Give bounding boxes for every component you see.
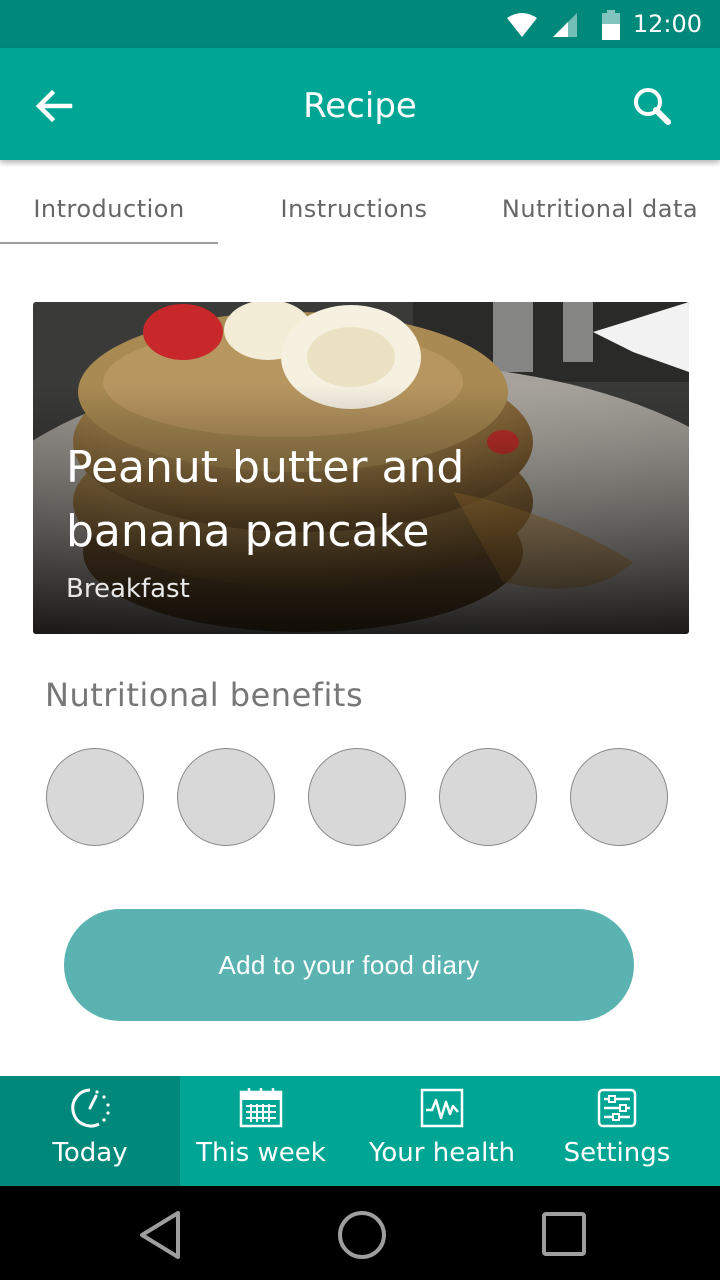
wifi-icon — [507, 13, 537, 37]
nav-item-settings[interactable]: Settings — [532, 1076, 702, 1186]
recipe-hero-card: Peanut butter and banana pancake Breakfa… — [33, 302, 689, 634]
nav-label-this-week: This week — [196, 1138, 326, 1168]
calendar-icon — [239, 1088, 283, 1128]
battery-icon — [602, 10, 620, 40]
tab-instructions[interactable]: Instructions — [248, 160, 460, 244]
system-navigation-bar — [0, 1186, 720, 1280]
recipe-title: Peanut butter and banana pancake — [66, 442, 465, 557]
settings-sliders-icon — [597, 1088, 637, 1128]
tab-bar: Introduction Instructions Nutritional da… — [0, 160, 720, 244]
page-title: Recipe — [303, 86, 417, 126]
benefit-badge[interactable] — [46, 748, 144, 846]
benefit-badge[interactable] — [308, 748, 406, 846]
back-triangle-icon[interactable] — [130, 1186, 190, 1280]
recipe-category: Breakfast — [66, 574, 190, 604]
nav-label-your-health: Your health — [368, 1138, 516, 1168]
nav-label-today: Today — [52, 1138, 128, 1168]
status-bar: 12:00 — [0, 0, 720, 48]
recents-square-icon[interactable] — [534, 1186, 594, 1280]
status-time: 12:00 — [632, 10, 702, 38]
benefit-badge[interactable] — [439, 748, 537, 846]
nav-item-your-health[interactable]: Your health — [352, 1076, 532, 1186]
app-bar: Recipe — [0, 48, 720, 160]
tab-introduction[interactable]: Introduction — [0, 160, 218, 244]
tab-nutritional-data[interactable]: Nutritional data — [486, 160, 714, 244]
home-circle-icon[interactable] — [332, 1186, 392, 1280]
nav-item-today[interactable]: Today — [0, 1076, 180, 1186]
health-chart-icon — [420, 1088, 464, 1128]
signal-icon — [553, 13, 577, 37]
benefit-badge[interactable] — [177, 748, 275, 846]
nutritional-benefits-heading: Nutritional benefits — [45, 676, 364, 714]
clock-icon — [71, 1088, 110, 1128]
nav-label-settings: Settings — [563, 1138, 671, 1168]
benefit-badge[interactable] — [570, 748, 668, 846]
add-to-food-diary-button[interactable]: Add to your food diary — [64, 909, 634, 1021]
search-icon[interactable] — [624, 78, 684, 138]
nav-item-this-week[interactable]: This week — [180, 1076, 342, 1186]
bottom-navigation: Today This week Your health Settings — [0, 1076, 720, 1186]
